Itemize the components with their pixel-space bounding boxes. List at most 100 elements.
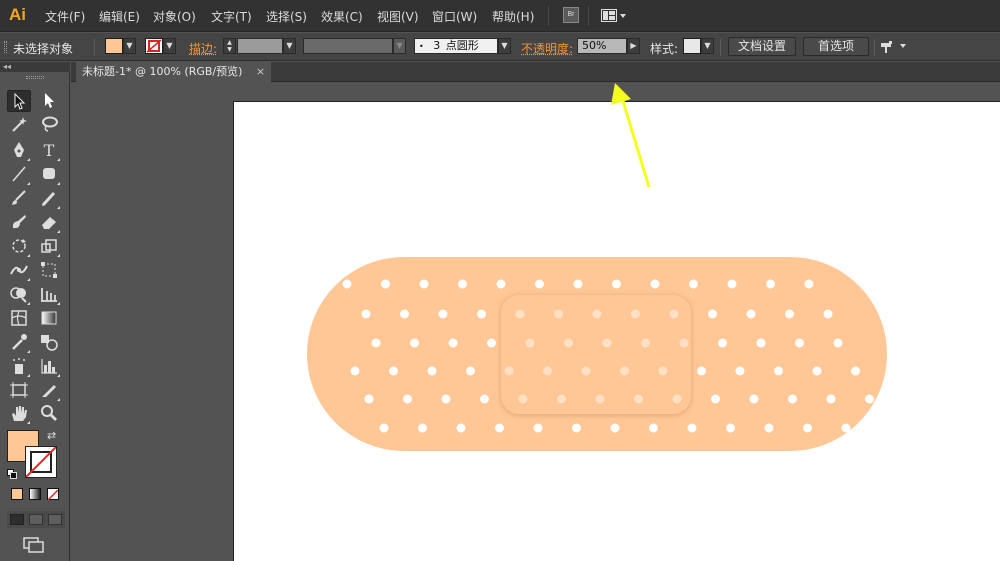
magic-wand-tool-icon[interactable] <box>7 114 31 136</box>
default-colors-icon[interactable] <box>7 468 17 479</box>
draw-inside-icon[interactable] <box>48 514 62 525</box>
screen-mode-icon[interactable] <box>22 536 46 554</box>
width-tool-icon[interactable] <box>7 260 31 282</box>
tools-panel-grip[interactable] <box>26 76 44 79</box>
preferences-button[interactable]: 首选项 <box>803 37 869 56</box>
menu-help[interactable]: 帮助(H) <box>492 8 534 25</box>
blob-brush-tool-icon[interactable] <box>7 212 31 234</box>
document-setup-button[interactable]: 文档设置 <box>728 37 796 56</box>
stroke-color-box[interactable] <box>25 446 57 478</box>
direct-selection-tool-icon[interactable] <box>37 90 61 112</box>
tools-collapse-button[interactable]: ◂◂ <box>0 62 70 72</box>
variable-width-profile[interactable] <box>303 38 393 54</box>
none-mode-button[interactable] <box>47 488 59 501</box>
strip-hole <box>649 423 658 433</box>
opacity-label[interactable]: 不透明度: <box>521 40 573 57</box>
stroke-label[interactable]: 描边: <box>189 40 217 57</box>
graphic-style-swatch[interactable] <box>683 38 701 54</box>
eyedropper-tool-icon[interactable] <box>7 332 31 354</box>
pad-hole <box>525 338 535 348</box>
menu-window[interactable]: 窗口(W) <box>432 8 477 25</box>
tool-group-indicator <box>57 254 60 257</box>
gradient-tool-icon[interactable] <box>37 308 61 330</box>
strip-hole <box>803 423 812 433</box>
strip-hole <box>389 366 398 376</box>
selection-tool-icon[interactable] <box>7 90 31 112</box>
rounded-rectangle-tool-icon[interactable] <box>37 164 61 186</box>
swap-fill-stroke-icon[interactable]: ⇄ <box>47 429 56 442</box>
canvas-area[interactable] <box>71 83 1000 561</box>
strip-hole <box>804 279 814 289</box>
stroke-swatch[interactable] <box>145 38 163 54</box>
paintbrush-tool-icon[interactable] <box>7 188 31 210</box>
document-tab-title: 未标题-1* @ 100% (RGB/预览) <box>82 65 243 78</box>
slice-tool-icon[interactable] <box>37 380 61 402</box>
strip-hole <box>726 423 735 433</box>
control-bar-grip[interactable] <box>4 41 7 53</box>
scale-tool-icon[interactable] <box>37 236 61 258</box>
menu-file[interactable]: 文件(F) <box>45 8 85 25</box>
menu-view[interactable]: 视图(V) <box>377 8 419 25</box>
line-segment-tool-icon[interactable] <box>7 164 31 186</box>
menu-type[interactable]: 文字(T) <box>211 8 252 25</box>
brush-dropdown[interactable]: ▼ <box>498 38 511 54</box>
bridge-button[interactable]: Br <box>563 7 579 23</box>
opacity-field[interactable]: 50% <box>577 38 627 54</box>
strip-hole <box>350 366 360 376</box>
document-tab[interactable]: 未标题-1* @ 100% (RGB/预览) × <box>76 62 272 82</box>
menu-select[interactable]: 选择(S) <box>266 8 307 25</box>
shape-builder-tool-icon[interactable] <box>7 284 31 306</box>
menu-effect[interactable]: 效果(C) <box>321 8 363 25</box>
document-tab-bar: 未标题-1* @ 100% (RGB/预览) × <box>71 62 1000 82</box>
brush-definition-field[interactable]: • 3 点圆形 <box>414 38 498 54</box>
draw-behind-icon[interactable] <box>29 514 43 525</box>
strip-hole <box>774 366 783 376</box>
pad-hole <box>679 338 689 348</box>
free-transform-tool-icon[interactable] <box>37 260 61 282</box>
pencil-tool-icon[interactable] <box>37 188 61 210</box>
menu-object[interactable]: 对象(O) <box>153 8 196 25</box>
pad-hole <box>554 309 563 319</box>
tool-group-indicator <box>57 302 60 305</box>
opacity-dropdown[interactable]: ▶ <box>627 38 640 54</box>
arrange-documents-icon[interactable] <box>880 40 908 54</box>
pad-hole <box>672 394 682 404</box>
fill-dropdown-arrow[interactable]: ▼ <box>123 38 136 54</box>
symbol-sprayer-tool-icon[interactable] <box>7 356 31 378</box>
graphic-style-dropdown[interactable]: ▼ <box>701 38 714 54</box>
blend-tool-icon[interactable] <box>37 332 61 354</box>
pen-tool-icon[interactable] <box>7 140 31 162</box>
rotate-tool-icon[interactable] <box>7 236 31 258</box>
workspace-switcher-icon[interactable] <box>601 8 627 24</box>
tool-group-indicator <box>27 158 30 161</box>
tool-group-indicator <box>57 158 60 161</box>
perspective-grid-tool-icon[interactable] <box>37 284 61 306</box>
strip-hole <box>400 309 409 319</box>
draw-normal-icon[interactable] <box>10 514 24 525</box>
stroke-weight-field[interactable] <box>237 38 283 54</box>
mesh-tool-icon[interactable] <box>7 308 31 330</box>
profile-dropdown[interactable]: ▼ <box>393 38 406 54</box>
fill-swatch[interactable] <box>105 38 123 54</box>
gradient-mode-button[interactable] <box>29 488 41 500</box>
strip-hole <box>708 309 717 319</box>
bandage-artwork[interactable] <box>307 257 887 451</box>
menu-edit[interactable]: 编辑(E) <box>99 8 140 25</box>
artboard-tool-icon[interactable] <box>7 380 31 402</box>
column-graph-tool-icon[interactable] <box>37 356 61 378</box>
zoom-tool-icon[interactable] <box>37 403 61 425</box>
close-icon[interactable]: × <box>256 65 265 78</box>
hand-tool-icon[interactable] <box>7 403 31 425</box>
pad-hole <box>515 309 525 319</box>
color-mode-button[interactable] <box>11 488 23 500</box>
stroke-weight-dropdown[interactable]: ▼ <box>283 38 296 54</box>
stroke-weight-stepper[interactable]: ▲ ▼ <box>223 38 236 54</box>
lasso-tool-icon[interactable] <box>37 114 61 136</box>
eraser-tool-icon[interactable] <box>37 212 61 234</box>
tool-group-indicator <box>27 421 30 424</box>
strip-hole <box>711 394 720 404</box>
stroke-dropdown-arrow[interactable]: ▼ <box>163 38 176 54</box>
type-tool-icon[interactable]: T <box>37 140 61 162</box>
strip-hole <box>572 423 581 433</box>
no-stroke-icon <box>25 446 57 478</box>
